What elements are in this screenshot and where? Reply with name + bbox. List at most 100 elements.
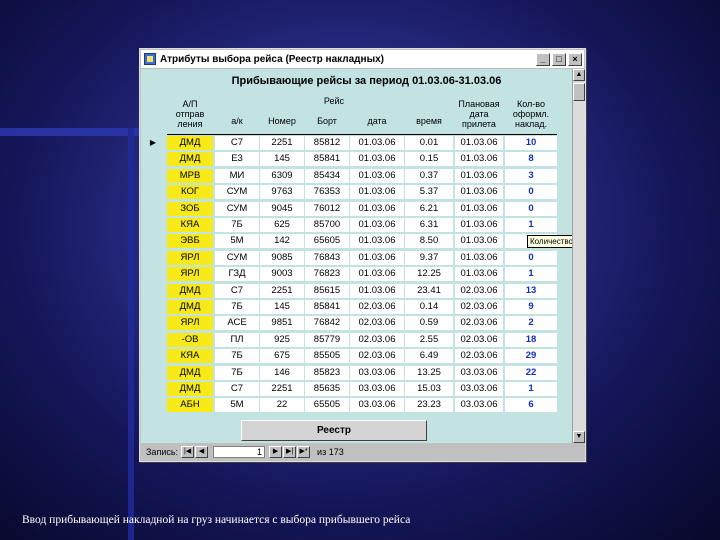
- cell-bort[interactable]: 85841: [305, 300, 349, 314]
- cell-plan[interactable]: 02.03.06: [455, 349, 503, 363]
- cell-data[interactable]: 01.03.06: [350, 234, 404, 248]
- cell-kolvo[interactable]: 0: [505, 202, 557, 216]
- scroll-down-icon[interactable]: ▼: [573, 431, 585, 443]
- cell-bort[interactable]: 65605: [305, 234, 349, 248]
- cell-kolvo[interactable]: 1: [505, 267, 557, 281]
- cell-nomer[interactable]: 145: [260, 152, 304, 166]
- cell-vremya[interactable]: 13.25: [405, 366, 453, 380]
- cell-nomer[interactable]: 9045: [260, 202, 304, 216]
- cell-ak[interactable]: АСЕ: [215, 316, 259, 330]
- cell-bort[interactable]: 76012: [305, 202, 349, 216]
- cell-vremya[interactable]: 23.23: [405, 398, 453, 412]
- cell-kolvo[interactable]: 3: [505, 169, 557, 183]
- cell-vremya[interactable]: 0.15: [405, 152, 453, 166]
- prev-record-button[interactable]: ◀: [195, 446, 209, 458]
- record-number-input[interactable]: 1: [213, 446, 266, 458]
- cell-plan[interactable]: 03.03.06: [455, 382, 503, 396]
- close-button[interactable]: ×: [568, 52, 582, 66]
- cell-kolvo[interactable]: 9: [505, 300, 557, 314]
- cell-bort[interactable]: 85823: [305, 366, 349, 380]
- cell-nomer[interactable]: 625: [260, 218, 304, 232]
- cell-data[interactable]: 02.03.06: [350, 316, 404, 330]
- cell-ap[interactable]: КЯА: [167, 349, 213, 363]
- cell-vremya[interactable]: 9.37: [405, 251, 453, 265]
- cell-bort[interactable]: 85841: [305, 152, 349, 166]
- cell-ap[interactable]: КОГ: [167, 185, 213, 199]
- cell-plan[interactable]: 01.03.06: [455, 202, 503, 216]
- cell-ap[interactable]: -ОВ: [167, 333, 213, 347]
- cell-kolvo[interactable]: 0: [505, 251, 557, 265]
- reestr-button[interactable]: Реестр: [241, 420, 427, 441]
- cell-kolvo[interactable]: 1: [505, 218, 557, 232]
- cell-ak[interactable]: С7: [215, 136, 259, 150]
- cell-data[interactable]: 01.03.06: [350, 218, 404, 232]
- cell-ap[interactable]: ДМД: [167, 300, 213, 314]
- cell-vremya[interactable]: 0.01: [405, 136, 453, 150]
- cell-nomer[interactable]: 675: [260, 349, 304, 363]
- cell-bort[interactable]: 76353: [305, 185, 349, 199]
- cell-ak[interactable]: 7Б: [215, 300, 259, 314]
- cell-kolvo[interactable]: 8: [505, 152, 557, 166]
- minimize-button[interactable]: _: [536, 52, 550, 66]
- cell-kolvo[interactable]: 0: [505, 185, 557, 199]
- cell-bort[interactable]: 85700: [305, 218, 349, 232]
- cell-ak[interactable]: СУМ: [215, 202, 259, 216]
- cell-data[interactable]: 03.03.06: [350, 366, 404, 380]
- cell-plan[interactable]: 02.03.06: [455, 333, 503, 347]
- cell-ak[interactable]: 7Б: [215, 218, 259, 232]
- cell-data[interactable]: 01.03.06: [350, 251, 404, 265]
- next-record-button[interactable]: ▶: [269, 446, 283, 458]
- cell-kolvo[interactable]: 1: [505, 382, 557, 396]
- cell-data[interactable]: 01.03.06: [350, 152, 404, 166]
- last-record-button[interactable]: ▶|: [283, 446, 297, 458]
- cell-bort[interactable]: 85635: [305, 382, 349, 396]
- cell-vremya[interactable]: 6.31: [405, 218, 453, 232]
- cell-ak[interactable]: С7: [215, 382, 259, 396]
- cell-data[interactable]: 01.03.06: [350, 136, 404, 150]
- cell-bort[interactable]: 85505: [305, 349, 349, 363]
- cell-vremya[interactable]: 6.49: [405, 349, 453, 363]
- cell-ap[interactable]: ЯРЛ: [167, 267, 213, 281]
- cell-vremya[interactable]: 12.25: [405, 267, 453, 281]
- cell-kolvo[interactable]: 18: [505, 333, 557, 347]
- cell-ap[interactable]: МРВ: [167, 169, 213, 183]
- cell-nomer[interactable]: 2251: [260, 284, 304, 298]
- cell-nomer[interactable]: 9003: [260, 267, 304, 281]
- cell-data[interactable]: 01.03.06: [350, 284, 404, 298]
- cell-plan[interactable]: 02.03.06: [455, 284, 503, 298]
- cell-ap[interactable]: ЯРЛ: [167, 316, 213, 330]
- cell-ap[interactable]: КЯА: [167, 218, 213, 232]
- cell-nomer[interactable]: 9085: [260, 251, 304, 265]
- cell-vremya[interactable]: 6.21: [405, 202, 453, 216]
- cell-nomer[interactable]: 6309: [260, 169, 304, 183]
- cell-ap[interactable]: ДМД: [167, 284, 213, 298]
- cell-nomer[interactable]: 925: [260, 333, 304, 347]
- cell-bort[interactable]: 85779: [305, 333, 349, 347]
- cell-nomer[interactable]: 146: [260, 366, 304, 380]
- cell-ap[interactable]: ЯРЛ: [167, 251, 213, 265]
- cell-ak[interactable]: 7Б: [215, 366, 259, 380]
- cell-vremya[interactable]: 2.55: [405, 333, 453, 347]
- maximize-button[interactable]: □: [552, 52, 566, 66]
- cell-plan[interactable]: 02.03.06: [455, 316, 503, 330]
- cell-nomer[interactable]: 22: [260, 398, 304, 412]
- vertical-scrollbar[interactable]: ▲ ▼: [572, 69, 585, 443]
- cell-nomer[interactable]: 9763: [260, 185, 304, 199]
- cell-plan[interactable]: 01.03.06: [455, 234, 503, 248]
- new-record-button[interactable]: ▶*: [297, 446, 311, 458]
- cell-vremya[interactable]: 0.59: [405, 316, 453, 330]
- cell-vremya[interactable]: 23.41: [405, 284, 453, 298]
- cell-kolvo[interactable]: 13: [505, 284, 557, 298]
- cell-bort[interactable]: 85615: [305, 284, 349, 298]
- cell-data[interactable]: 02.03.06: [350, 349, 404, 363]
- cell-plan[interactable]: 01.03.06: [455, 136, 503, 150]
- cell-kolvo[interactable]: 2: [505, 316, 557, 330]
- cell-vremya[interactable]: 0.14: [405, 300, 453, 314]
- first-record-button[interactable]: |◀: [181, 446, 195, 458]
- cell-ak[interactable]: 5М: [215, 234, 259, 248]
- cell-ak[interactable]: С7: [215, 284, 259, 298]
- scroll-thumb[interactable]: [573, 83, 585, 101]
- cell-bort[interactable]: 76843: [305, 251, 349, 265]
- cell-ap[interactable]: ДМД: [167, 136, 213, 150]
- cell-data[interactable]: 02.03.06: [350, 300, 404, 314]
